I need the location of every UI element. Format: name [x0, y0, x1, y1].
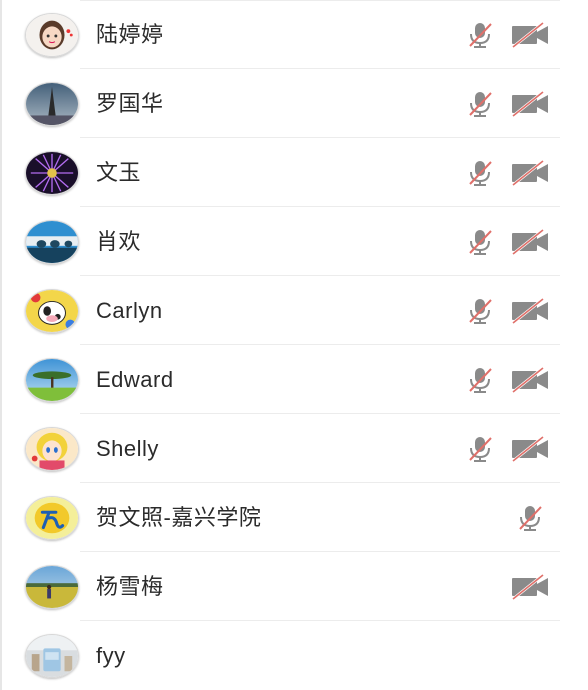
participant-name: 罗国华: [96, 91, 164, 116]
participant-name: 肖欢: [96, 229, 142, 254]
mic-muted-icon[interactable]: [465, 227, 495, 257]
purple-flower-avatar: [25, 151, 79, 195]
room-photo-avatar: [25, 634, 79, 678]
participant-name: Carlyn: [96, 298, 163, 323]
participant-row[interactable]: 贺文照-嘉兴学院: [0, 483, 588, 552]
participant-name: 贺文照-嘉兴学院: [96, 505, 262, 530]
participant-row[interactable]: 肖欢: [0, 207, 588, 276]
mic-muted-icon[interactable]: [465, 434, 495, 464]
participant-name: Edward: [96, 367, 174, 392]
flower-field-avatar: [25, 565, 79, 609]
camera-off-icon[interactable]: [510, 572, 550, 602]
participant-name: Shelly: [96, 436, 159, 461]
yellow-logo-avatar: [25, 496, 79, 540]
participant-name: 文玉: [96, 160, 142, 185]
cartoon-cow-avatar: [25, 289, 79, 333]
participant-name: 杨雪梅: [96, 574, 164, 599]
camera-off-icon[interactable]: [510, 227, 550, 257]
eiffel-tower-avatar: [25, 82, 79, 126]
participant-row[interactable]: Shelly: [0, 414, 588, 483]
participant-row[interactable]: fyy: [0, 621, 588, 690]
participant-row[interactable]: 陆婷婷: [0, 0, 588, 69]
participant-name: 陆婷婷: [96, 22, 164, 47]
participant-row[interactable]: Edward: [0, 345, 588, 414]
cartoon-girl-avatar: [25, 13, 79, 57]
mic-muted-icon[interactable]: [465, 158, 495, 188]
anime-girl-avatar: [25, 427, 79, 471]
participant-row[interactable]: 罗国华: [0, 69, 588, 138]
bridge-avatar: [25, 220, 79, 264]
camera-off-icon[interactable]: [510, 89, 550, 119]
mic-muted-icon[interactable]: [465, 365, 495, 395]
mic-muted-icon[interactable]: [465, 296, 495, 326]
acacia-tree-avatar: [25, 358, 79, 402]
participant-row[interactable]: Carlyn: [0, 276, 588, 345]
mic-muted-icon[interactable]: [465, 20, 495, 50]
camera-off-icon[interactable]: [510, 158, 550, 188]
mic-muted-icon[interactable]: [515, 503, 545, 533]
participant-row[interactable]: 杨雪梅: [0, 552, 588, 621]
camera-off-icon[interactable]: [510, 365, 550, 395]
camera-off-icon[interactable]: [510, 434, 550, 464]
camera-off-icon[interactable]: [510, 20, 550, 50]
participant-row[interactable]: 文玉: [0, 138, 588, 207]
mic-muted-icon[interactable]: [465, 89, 495, 119]
participant-name: fyy: [96, 643, 126, 668]
camera-off-icon[interactable]: [510, 296, 550, 326]
